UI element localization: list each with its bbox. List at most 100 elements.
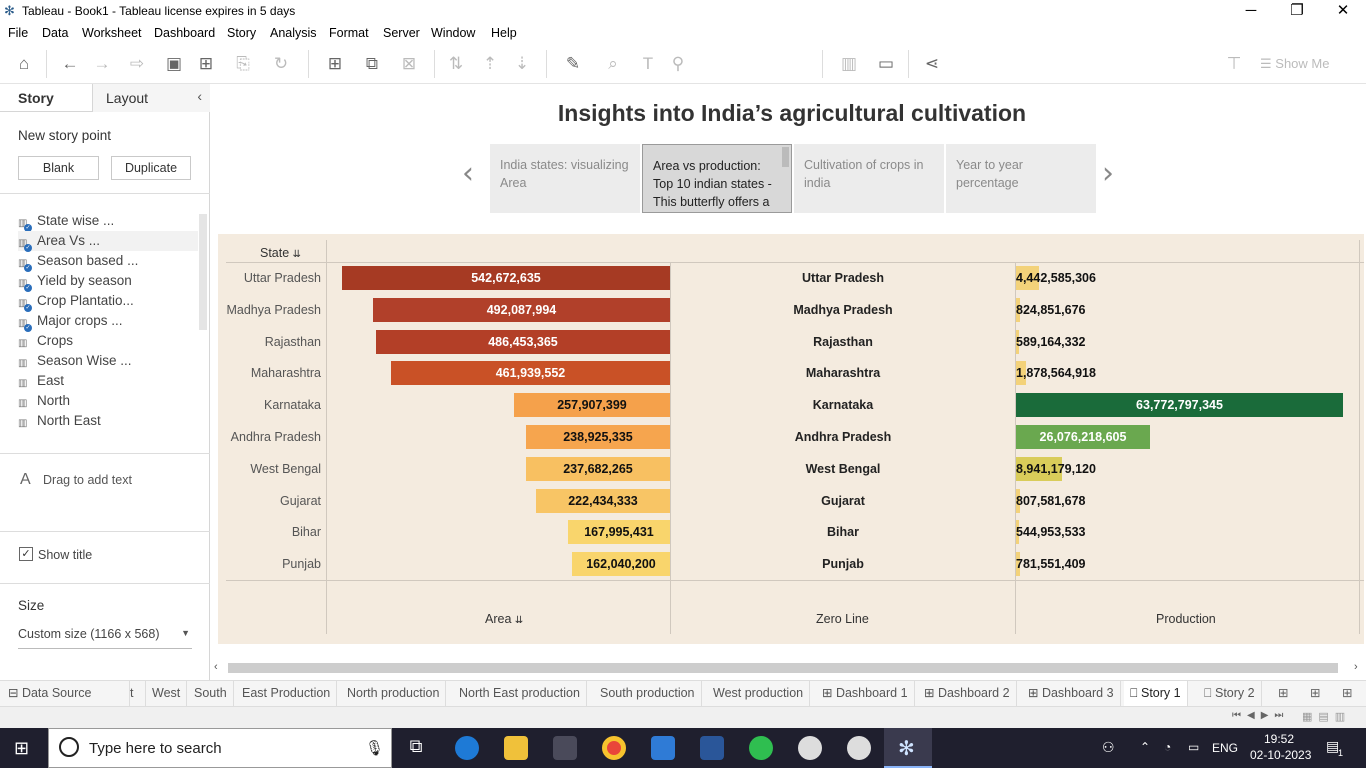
battery-icon[interactable]: ▭ <box>1188 740 1199 754</box>
menu-data[interactable]: Data <box>42 26 68 40</box>
maximize-button[interactable]: ❐ <box>1274 1 1320 23</box>
tab-north-east-production[interactable]: North East production <box>453 681 587 707</box>
tab-west-production[interactable]: West production <box>707 681 811 707</box>
presentation-mode-icon[interactable]: ▭ <box>874 52 898 76</box>
new-worksheet-icon[interactable]: ⊞ <box>318 52 352 76</box>
menu-window[interactable]: Window <box>431 26 475 40</box>
tab-south-production[interactable]: South production <box>594 681 702 707</box>
story-sheet-item[interactable]: ▥ North East <box>18 411 198 431</box>
clock-time[interactable]: 19:52 <box>1264 732 1294 746</box>
state-row-label[interactable]: Andhra Pradesh <box>221 430 321 444</box>
state-row-label[interactable]: Maharashtra <box>221 366 321 380</box>
state-row-label[interactable]: Rajasthan <box>221 335 321 349</box>
story-point-1[interactable]: India states: visualizing Area <box>490 144 640 213</box>
production-bar[interactable]: 8,941,179,120 <box>1016 456 1096 481</box>
tab-east-production[interactable]: East Production <box>236 681 338 707</box>
undo-icon[interactable]: ← <box>58 52 82 76</box>
label-icon[interactable]: T <box>636 52 660 76</box>
production-bar[interactable]: 63,772,797,345 <box>1016 393 1343 418</box>
duplicate-button[interactable]: Duplicate <box>111 156 191 180</box>
replay-icon[interactable]: ⇨ <box>120 52 154 76</box>
word-icon[interactable] <box>700 736 724 760</box>
scroll-right-icon[interactable]: › <box>1354 661 1358 673</box>
menu-worksheet[interactable]: Worksheet <box>82 26 142 40</box>
horizontal-scrollbar[interactable]: ‹ › <box>210 661 1366 675</box>
sort-ascending-icon[interactable]: ⇡ <box>478 52 502 76</box>
network-icon[interactable]: ◔ <box>1164 740 1171 754</box>
prev-story-point-icon[interactable]: ‹ <box>462 156 474 191</box>
people-icon[interactable]: ⚇ <box>1102 739 1115 756</box>
area-bar[interactable]: 237,682,265 <box>526 456 670 481</box>
production-bar[interactable]: 781,551,409 <box>1016 552 1086 577</box>
menu-analysis[interactable]: Analysis <box>270 26 317 40</box>
edge-icon[interactable] <box>455 736 479 760</box>
menu-help[interactable]: Help <box>491 26 517 40</box>
windows-start-icon[interactable]: ⊞ <box>14 738 34 758</box>
area-bar[interactable]: 238,925,335 <box>526 425 670 449</box>
tab-story-1[interactable]: ⎕ Story 1 <box>1124 681 1188 707</box>
taskbar-search-box[interactable]: Type here to search 🎙 <box>48 728 392 768</box>
pause-updates-icon[interactable]: ⎘ <box>226 52 260 76</box>
collapse-pane-icon[interactable]: ‹ <box>197 88 202 104</box>
tab-south[interactable]: South <box>188 681 234 707</box>
scroll-thumb[interactable] <box>228 663 1338 673</box>
menu-dashboard[interactable]: Dashboard <box>154 26 215 40</box>
duplicate-sheet-icon[interactable]: ⧉ <box>360 52 384 76</box>
new-data-source-icon[interactable]: ⊞ <box>194 52 218 76</box>
area-bar[interactable]: 492,087,994 <box>373 297 670 322</box>
tab-dashboard-1[interactable]: ⊞ Dashboard 1 <box>816 681 915 707</box>
size-dropdown[interactable]: Custom size (1166 x 568) ▼ <box>18 627 192 649</box>
show-me-button[interactable]: ☰ Show Me <box>1260 52 1340 76</box>
swap-icon[interactable]: ⇅ <box>444 52 468 76</box>
production-bar[interactable]: 824,851,676 <box>1016 297 1086 322</box>
pin-icon[interactable]: ⚲ <box>666 52 690 76</box>
menu-file[interactable]: File <box>8 26 28 40</box>
area-axis-title[interactable]: Area ⇊ <box>485 612 523 626</box>
story-sheet-item[interactable]: ▥ ✓ Major crops ... <box>18 311 198 332</box>
production-bar[interactable]: 26,076,218,605 <box>1016 425 1150 449</box>
sort-descending-icon[interactable]: ⇣ <box>510 52 534 76</box>
new-worksheet-tab-icon[interactable]: ⊞ <box>1272 681 1294 707</box>
story-point-scrollbar[interactable] <box>782 147 789 167</box>
new-dashboard-tab-icon[interactable]: ⊞ <box>1304 681 1326 707</box>
show-title-checkbox[interactable]: ✓ <box>19 547 33 561</box>
story-point-2[interactable]: Area vs production: Top 10 indian states… <box>642 144 792 213</box>
production-bar[interactable]: 4,442,585,306 <box>1016 266 1096 290</box>
next-story-point-icon[interactable]: › <box>1102 156 1114 191</box>
tab-west[interactable]: West <box>146 681 188 707</box>
story-sheet-item[interactable]: ▥ East <box>18 371 198 391</box>
tab-dashboard-3[interactable]: ⊞ Dashboard 3 <box>1022 681 1121 707</box>
chevron-up-icon[interactable]: ⌃ <box>1140 740 1150 754</box>
drag-to-add-text[interactable]: Drag to add text <box>43 473 132 487</box>
app-icon[interactable] <box>798 736 822 760</box>
production-bar[interactable]: 589,164,332 <box>1016 329 1086 354</box>
area-bar[interactable]: 461,939,552 <box>391 361 670 386</box>
chrome-icon[interactable] <box>602 736 626 760</box>
state-row-label[interactable]: West Bengal <box>221 462 321 476</box>
story-sheet-item[interactable]: ▥ ✓ Crop Plantatio... <box>18 291 198 312</box>
state-row-label[interactable]: Karnataka <box>221 398 321 412</box>
tab-story[interactable]: Story <box>18 90 54 106</box>
language-indicator[interactable]: ENG <box>1212 741 1238 755</box>
tab-layout[interactable]: Layout ‹ <box>92 84 210 112</box>
state-row-label[interactable]: Bihar <box>221 525 321 539</box>
production-bar[interactable]: 544,953,533 <box>1016 520 1086 545</box>
home-icon[interactable]: ⌂ <box>12 52 36 76</box>
save-icon[interactable]: ▣ <box>162 52 186 76</box>
whatsapp-icon[interactable] <box>749 736 773 760</box>
task-view-icon[interactable]: ⧉ <box>404 736 428 760</box>
tab-t[interactable]: t <box>130 681 146 707</box>
production-bar[interactable]: 807,581,678 <box>1016 488 1086 513</box>
area-bar[interactable]: 542,672,635 <box>342 266 670 290</box>
tab-north-production[interactable]: North production <box>341 681 447 707</box>
area-bar[interactable]: 222,434,333 <box>536 488 670 513</box>
store-icon[interactable] <box>553 736 577 760</box>
show-cards-icon[interactable]: ▥ <box>832 52 866 76</box>
menu-server[interactable]: Server <box>383 26 420 40</box>
story-sheet-item[interactable]: ▥ ✓ State wise ... <box>18 211 198 232</box>
format-painter-icon[interactable]: ⊤ <box>1222 52 1246 76</box>
close-button[interactable]: ✕ <box>1320 1 1366 23</box>
minimize-button[interactable]: ─ <box>1228 1 1274 23</box>
refresh-icon[interactable]: ↻ <box>264 52 298 76</box>
tableau-taskbar-button[interactable]: ✻ <box>884 728 932 768</box>
